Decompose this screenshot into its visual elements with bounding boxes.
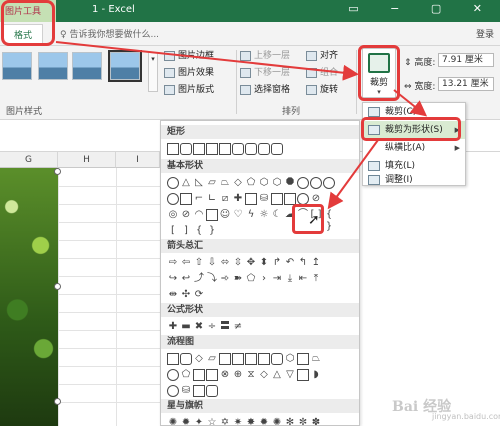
- baidu-watermark: Bai 经验 jingyan.baidu.com: [392, 396, 500, 422]
- arrow-to-shape: [327, 139, 379, 210]
- watermark-url: jingyan.baidu.com: [432, 412, 500, 421]
- arrow-to-crop-shape: [393, 89, 428, 117]
- annotation-arrows: [55, 41, 428, 210]
- arrow-to-crop: [55, 41, 359, 81]
